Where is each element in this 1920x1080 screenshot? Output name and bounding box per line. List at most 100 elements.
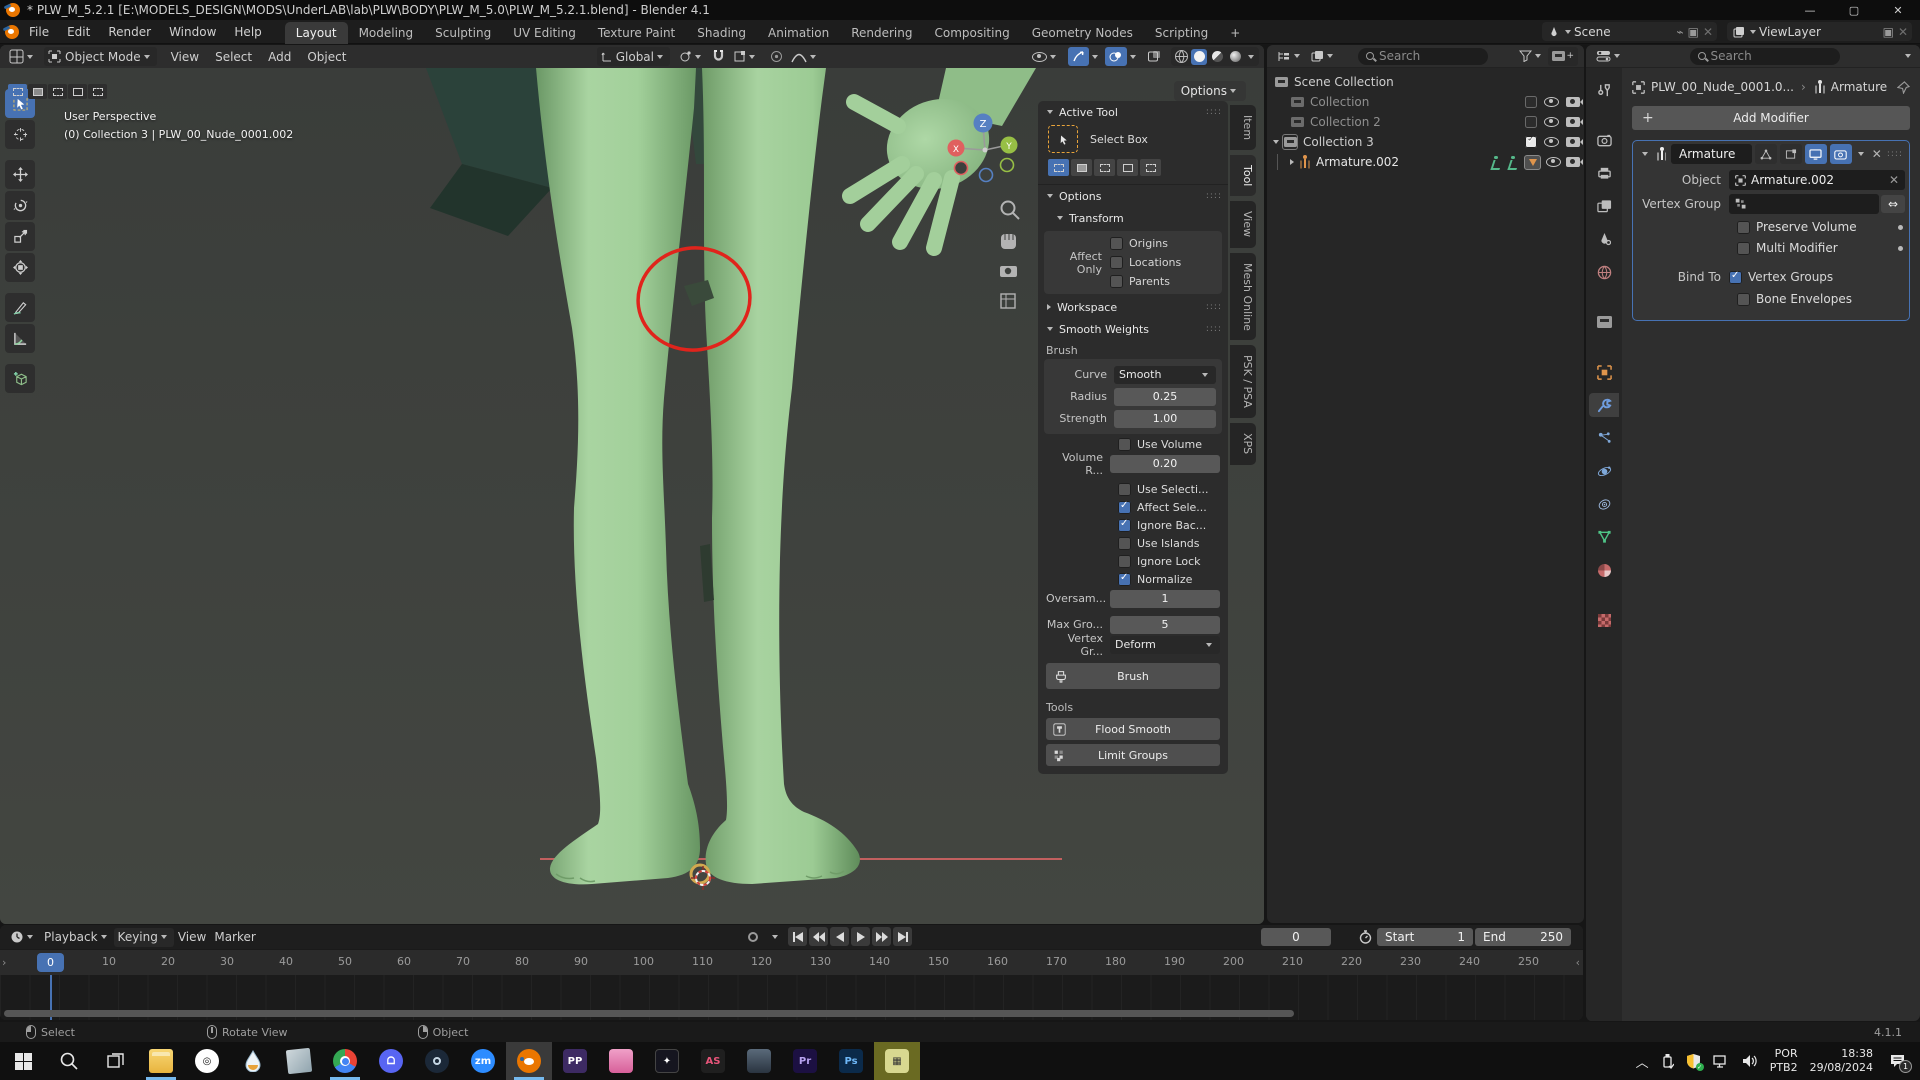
overlays-dropdown[interactable] [1130, 55, 1136, 59]
rainmeter-icon[interactable] [230, 1042, 276, 1080]
modifier-badge-icon[interactable] [1524, 155, 1541, 170]
keying-menu[interactable]: Keying [114, 928, 174, 947]
stopwatch-icon[interactable] [1357, 929, 1373, 945]
expand-right-arrow[interactable]: ‹ [1576, 956, 1580, 969]
new-viewlayer-icon[interactable]: ▣ [1883, 25, 1894, 39]
obs-icon[interactable]: ◎ [184, 1042, 230, 1080]
viewport-options-button[interactable]: Options [1174, 81, 1246, 101]
media-player-classic-icon[interactable]: ▦ [874, 1042, 920, 1080]
scene-selector[interactable]: Scene ⌁ ▣ ✕ [1542, 22, 1717, 41]
hide-eye-icon[interactable] [1544, 97, 1559, 107]
tab-tool[interactable] [1589, 78, 1619, 102]
brush-check[interactable]: Normalize [1118, 571, 1220, 588]
jump-to-start-button[interactable] [788, 927, 807, 946]
zoom-icon[interactable]: zm [460, 1042, 506, 1080]
brush-check[interactable]: Ignore Lock [1118, 553, 1220, 570]
workspace-panel-header[interactable]: Workspace:::: [1038, 296, 1228, 318]
steam-icon[interactable] [414, 1042, 460, 1080]
sidebar-tab[interactable]: Mesh Online [1230, 253, 1256, 341]
modifier-vertex-group-field[interactable] [1729, 194, 1879, 214]
workspace-tab[interactable]: Scripting [1144, 22, 1219, 44]
cursor-tool[interactable] [5, 120, 35, 149]
smooth-weights-panel-header[interactable]: Smooth Weights:::: [1038, 318, 1228, 340]
start-frame-field[interactable]: Start1 [1377, 928, 1473, 946]
menu-item[interactable]: Edit [58, 20, 99, 44]
sidebar-tab[interactable]: XPS [1230, 423, 1256, 464]
emblem-app-icon[interactable]: ✦ [644, 1042, 690, 1080]
show-in-viewport-toggle[interactable] [1805, 144, 1827, 164]
proportional-editing-icon[interactable] [766, 47, 787, 66]
workspace-tab[interactable]: Geometry Nodes [1021, 22, 1144, 44]
security-tray-icon[interactable]: ✓ [1686, 1053, 1701, 1069]
affect-only-check[interactable]: Locations [1110, 256, 1181, 269]
mode-extend-button[interactable] [1071, 159, 1092, 176]
notification-icon[interactable]: 1 [1889, 1053, 1906, 1069]
outliner-filter-collection-dropdown[interactable] [1307, 47, 1340, 66]
exclude-checkbox[interactable] [1525, 116, 1537, 128]
transform-subpanel-header[interactable]: Transform [1038, 207, 1228, 229]
clock[interactable]: 18:3829/08/2024 [1810, 1047, 1873, 1076]
editor-type-button[interactable] [5, 47, 40, 66]
tab-constraints[interactable] [1589, 492, 1619, 516]
hidden-icons-chevron[interactable]: ︿ [1636, 1052, 1649, 1071]
limit-groups-button[interactable]: Limit Groups [1046, 744, 1220, 766]
pink-app-icon[interactable] [598, 1042, 644, 1080]
volume-tray-icon[interactable] [1742, 1054, 1758, 1068]
workspace-tab[interactable]: Sculpting [424, 22, 502, 44]
modifier-name-field[interactable]: Armature [1671, 144, 1752, 164]
viewport-menu-item[interactable]: Object [299, 47, 354, 66]
gizmo-dropdown[interactable] [1092, 55, 1098, 59]
hide-eye-icon[interactable] [1546, 157, 1561, 167]
minimize-button[interactable]: — [1788, 0, 1832, 20]
workspace-tab[interactable]: Texture Paint [587, 22, 686, 44]
tab-render[interactable] [1589, 128, 1619, 152]
task-view-button[interactable] [92, 1042, 138, 1080]
modifier-object-field[interactable]: Armature.002 ✕ [1729, 170, 1905, 190]
disable-render-icon[interactable] [1566, 97, 1580, 107]
clear-object-icon[interactable]: ✕ [1889, 173, 1899, 187]
preserve-volume-check[interactable]: Preserve Volume [1737, 217, 1905, 237]
active-tool-icon[interactable] [1048, 125, 1078, 153]
brush-check[interactable]: Use Islands [1118, 535, 1220, 552]
modifier-close-icon[interactable]: ✕ [1870, 147, 1884, 161]
show-in-render-toggle[interactable] [1830, 144, 1852, 164]
mode-subtract-button[interactable] [1094, 159, 1115, 176]
breadcrumb-modifier[interactable]: Armature [1831, 80, 1887, 94]
select-mode-invert[interactable] [68, 84, 87, 99]
properties-search[interactable]: Search [1690, 48, 1840, 65]
maximize-button[interactable]: ▢ [1832, 0, 1876, 20]
new-collection-button[interactable]: + [1548, 47, 1578, 66]
mode-intersect-button[interactable] [1140, 159, 1161, 176]
language-indicator[interactable]: PORPTB2 [1770, 1047, 1798, 1076]
viewport-menu-item[interactable]: Add [260, 47, 299, 66]
workspace-tab[interactable]: + [1219, 22, 1251, 44]
transform-orientation-dropdown[interactable]: Global [597, 47, 670, 66]
remove-viewlayer-icon[interactable]: ✕ [1898, 25, 1908, 39]
measure-tool[interactable] [5, 324, 35, 353]
outliner-display-mode-dropdown[interactable] [1273, 47, 1307, 66]
notes-icon[interactable] [276, 1042, 322, 1080]
sidebar-tab[interactable]: Item [1230, 105, 1256, 150]
move-tool[interactable] [5, 160, 35, 189]
shading-rendered-button[interactable] [1227, 49, 1243, 65]
disable-render-icon[interactable] [1566, 157, 1580, 167]
show-on-cage-toggle[interactable] [1755, 144, 1777, 164]
powerpoint-icon[interactable]: PP [552, 1042, 598, 1080]
outliner-search[interactable]: Search [1358, 48, 1488, 65]
premiere-icon[interactable]: Pr [782, 1042, 828, 1080]
hide-eye-icon[interactable] [1544, 117, 1559, 127]
playback-menu[interactable]: Playback [40, 928, 114, 947]
mode-dropdown[interactable]: Object Mode [44, 47, 157, 66]
outliner-row-armature[interactable]: Armature.002 [1267, 152, 1584, 172]
shading-solid-button[interactable] [1191, 49, 1207, 65]
tab-object-data[interactable] [1589, 525, 1619, 549]
keying-set-dropdown[interactable] [772, 935, 778, 939]
modifier-expand-icon[interactable] [1642, 152, 1648, 156]
tab-material[interactable] [1589, 558, 1619, 582]
workspace-tab[interactable]: Shading [686, 22, 757, 44]
outliner-row-collection-3[interactable]: Collection 3 ✓ [1267, 132, 1584, 152]
vertex-group-dropdown[interactable]: Deform [1110, 636, 1220, 654]
select-mode-new[interactable] [8, 84, 27, 99]
new-scene-icon[interactable]: ▣ [1688, 25, 1699, 39]
mode-invert-button[interactable] [1117, 159, 1138, 176]
